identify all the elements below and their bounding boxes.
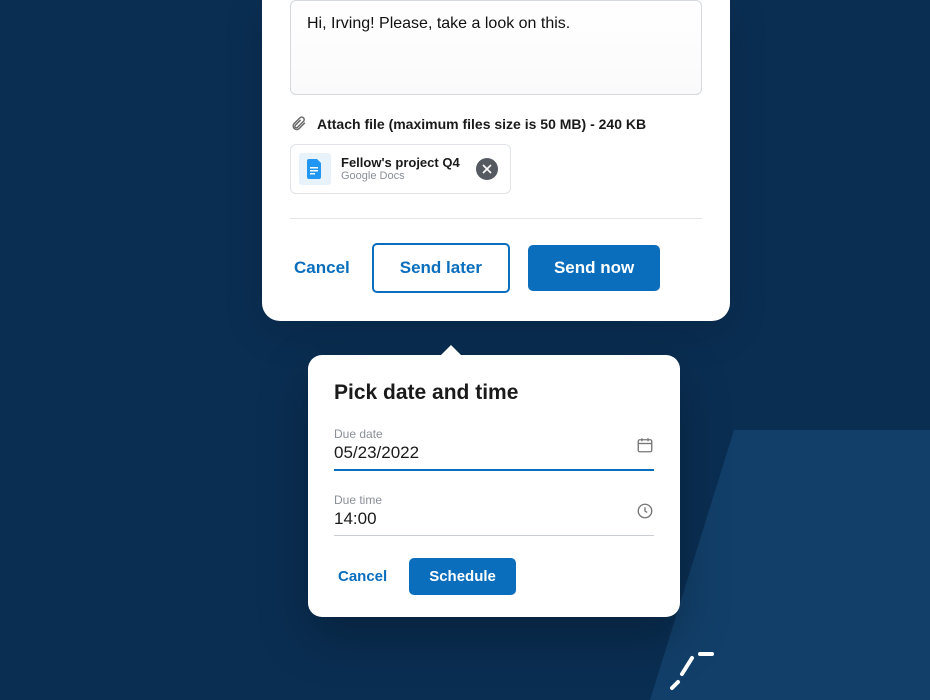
calendar-icon[interactable] (636, 436, 654, 459)
due-time-label: Due time (334, 493, 382, 507)
due-time-value: 14:00 (334, 509, 382, 529)
cancel-button[interactable]: Cancel (290, 248, 354, 288)
google-doc-icon (299, 153, 331, 185)
file-name: Fellow's project Q4 (341, 155, 460, 171)
divider (290, 218, 702, 219)
remove-file-button[interactable] (476, 158, 498, 180)
compose-card: Hi, Irving! Please, take a look on this.… (262, 0, 730, 321)
send-later-button[interactable]: Send later (372, 243, 510, 293)
attach-file-row[interactable]: Attach file (maximum files size is 50 MB… (290, 115, 702, 132)
attach-label: Attach file (maximum files size is 50 MB… (317, 116, 646, 132)
send-now-button[interactable]: Send now (528, 245, 660, 291)
message-text: Hi, Irving! Please, take a look on this. (307, 15, 570, 32)
attached-file-chip: Fellow's project Q4 Google Docs (290, 144, 511, 194)
due-date-value: 05/23/2022 (334, 443, 419, 463)
due-date-label: Due date (334, 427, 419, 441)
cursor-decoration-icon (670, 652, 718, 692)
file-type: Google Docs (341, 170, 460, 183)
popover-title: Pick date and time (334, 381, 654, 405)
due-date-field[interactable]: Due date 05/23/2022 (334, 427, 654, 471)
paperclip-icon (290, 115, 307, 132)
message-textarea[interactable]: Hi, Irving! Please, take a look on this. (290, 0, 702, 95)
compose-actions: Cancel Send later Send now (290, 243, 702, 293)
schedule-popover: Pick date and time Due date 05/23/2022 D… (308, 355, 680, 617)
popover-actions: Cancel Schedule (334, 558, 654, 595)
close-icon (482, 164, 492, 174)
schedule-button[interactable]: Schedule (409, 558, 516, 595)
due-time-field[interactable]: Due time 14:00 (334, 493, 654, 536)
popover-cancel-button[interactable]: Cancel (334, 558, 391, 595)
clock-icon[interactable] (636, 502, 654, 525)
file-meta: Fellow's project Q4 Google Docs (341, 155, 460, 184)
